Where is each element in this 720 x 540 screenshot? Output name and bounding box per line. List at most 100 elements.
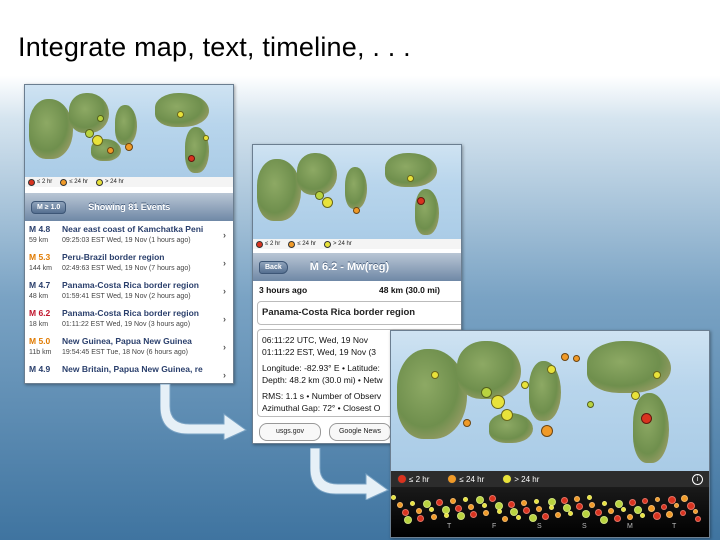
world-map-thumbnail[interactable]	[25, 85, 233, 183]
timeline-event-dot	[568, 511, 574, 516]
timeline-day-label: T	[672, 523, 677, 530]
chevron-right-icon: ›	[223, 314, 226, 324]
distance: 48 km (30.0 mi)	[379, 285, 440, 295]
timeline-event-dot	[528, 514, 537, 522]
timeline-day-label: M	[627, 523, 633, 530]
list-header: M ≥ 1.0 Showing 81 Events	[25, 193, 233, 221]
timeline-event-dot	[481, 503, 487, 508]
chevron-right-icon: ›	[223, 370, 226, 380]
yellow-circle-icon	[502, 474, 513, 484]
timeline-event-dot	[613, 515, 621, 522]
event-distance: 18 km	[29, 321, 49, 328]
timeline-event-dot	[409, 501, 415, 506]
timeline-event-dot	[653, 512, 662, 520]
timeline-event-dot	[641, 498, 648, 504]
magnitude-filter-button[interactable]: M ≥ 1.0	[31, 200, 67, 214]
timeline-event-dot	[468, 504, 475, 510]
info-icon[interactable]: i	[692, 473, 703, 485]
event-time: 09:25:03 EST Wed, 19 Nov (1 hours ago)	[62, 237, 191, 244]
timeline-event-dot	[415, 508, 422, 514]
detail-header: Back M 6.2 - Mw(reg)	[253, 253, 461, 281]
map-legend: ≤ 2 hr ≤ 24 hr > 24 hr	[25, 177, 233, 187]
timeline-event-dot	[396, 502, 403, 508]
event-time: 02:49:63 EST Wed, 19 Nov (7 hours ago)	[62, 265, 191, 272]
timeline-event-dot	[391, 495, 396, 500]
timeline-day-label: S	[537, 523, 542, 530]
events-count-title: Showing 81 Events	[88, 202, 171, 212]
timeline-event-dot	[462, 497, 468, 502]
map-legend: ≤ 2 hr ≤ 24 hr > 24 hr	[253, 239, 461, 249]
event-magnitude: M 5.3	[29, 252, 51, 262]
event-place: Panama-Costa Rica border region	[62, 280, 199, 290]
timeline-event-dot	[496, 509, 502, 514]
timeline-event-dot	[679, 510, 686, 516]
event-magnitude: M 4.7	[29, 280, 51, 290]
google-news-button[interactable]: Google News	[329, 423, 391, 441]
timeline-event-dot	[483, 510, 490, 516]
timeline-event-dot	[692, 509, 698, 514]
orange-circle-icon	[447, 474, 458, 484]
event-row[interactable]: M 4.8 Near east coast of Kamchatka Peni 59…	[25, 221, 233, 250]
event-row[interactable]: M 4.7 Panama-Costa Rica border region 48 k…	[25, 277, 233, 306]
event-list-screen: ≤ 2 hr ≤ 24 hr > 24 hr M ≥ 1.0 Showing 8…	[24, 84, 234, 384]
event-distance: 59 km	[29, 237, 49, 244]
timeline-event-dot	[666, 511, 674, 518]
timeline-event-dot	[502, 516, 509, 522]
chevron-right-icon: ›	[223, 342, 226, 352]
event-place: Peru-Brazil border region	[62, 252, 165, 262]
event-distance: 144 km	[29, 265, 52, 272]
event-magnitude: M 4.8	[29, 224, 51, 234]
timeline-event-dot	[523, 507, 530, 514]
map-timeline-screen: ≤ 2 hr ≤ 24 hr > 24 hr i T F S S M T	[390, 330, 710, 538]
world-map-thumbnail[interactable]	[253, 145, 461, 245]
arrow-curved-icon	[310, 448, 389, 500]
arrow-curved-icon	[160, 384, 247, 440]
timeline-event-dot	[428, 507, 434, 512]
event-list: M 4.8 Near east coast of Kamchatka Peni 59…	[25, 221, 233, 383]
timeline-event-dot	[436, 499, 444, 506]
event-row[interactable]: M 5.3 Peru-Brazil border region 144 km 02:4…	[25, 249, 233, 278]
timeline-event-dot	[536, 506, 543, 512]
timeline-event-dot	[602, 501, 608, 506]
timeline-event-dot	[489, 495, 497, 502]
timeline-event-dot	[640, 513, 645, 518]
event-place: Near east coast of Kamchatka Peni	[62, 224, 204, 234]
timeline-event-dot	[457, 512, 465, 520]
timeline-event-dot	[673, 503, 679, 508]
timeline-event-dot	[470, 511, 478, 518]
map-legend: ≤ 2 hr ≤ 24 hr > 24 hr i	[391, 471, 709, 487]
timeline-event-dot	[621, 507, 627, 512]
timeline-event-dot	[443, 513, 449, 518]
region-name: Panama-Costa Rica border region	[262, 307, 416, 318]
timeline-event-dot	[587, 495, 593, 500]
timeline-event-dot	[430, 514, 437, 520]
slide-title: Integrate map, text, timeline, . . .	[18, 32, 411, 62]
event-row[interactable]: M 6.2 Panama-Costa Rica border region 18 k…	[25, 305, 233, 334]
chevron-right-icon: ›	[223, 286, 226, 296]
timeline[interactable]: TFSSMT	[391, 487, 709, 537]
event-time: 01:11:22 EST Wed, 19 Nov (3 hours ago)	[62, 321, 191, 328]
event-time: 01:59:41 EST Wed, 19 Nov (2 hours ago)	[62, 293, 191, 300]
event-place: New Britain, Papua New Guinea, re	[62, 364, 203, 374]
timeline-event-dot	[508, 501, 515, 508]
timeline-event-dot	[402, 509, 410, 516]
event-distance: 11b km	[29, 349, 52, 356]
timeline-day-label: T	[447, 523, 452, 530]
event-magnitude: M 6.2	[29, 308, 51, 318]
timeline-event-dot	[575, 503, 583, 510]
world-map[interactable]	[391, 331, 709, 471]
event-row[interactable]: M 4.9 New Britain, Papua New Guinea, re ›	[25, 361, 233, 383]
timeline-event-dot	[541, 513, 549, 520]
event-magnitude: M 4.9	[29, 364, 51, 374]
timeline-event-dot	[681, 495, 689, 502]
timeline-event-dot	[574, 496, 580, 502]
region-box: Panama-Costa Rica border region	[257, 301, 461, 325]
back-button[interactable]: Back	[259, 260, 288, 274]
timeline-event-dot	[628, 499, 636, 506]
timeline-event-dot	[660, 504, 667, 510]
timeline-event-dot	[521, 500, 528, 506]
usgs-link-button[interactable]: usgs.gov	[259, 423, 321, 441]
event-row[interactable]: M 5.0 New Guinea, Papua New Guinea 11b km 1…	[25, 333, 233, 362]
chevron-right-icon: ›	[223, 230, 226, 240]
timeline-event-dot	[626, 514, 633, 520]
